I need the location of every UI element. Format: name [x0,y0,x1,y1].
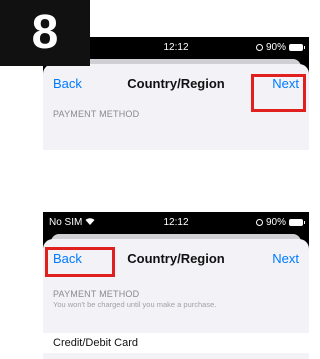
payment-option-label: Credit/Debit Card [53,337,138,349]
orientation-lock-icon [255,219,263,226]
battery-icon [289,44,305,51]
status-right: 90% [255,217,305,228]
section-header-payment: PAYMENT METHOD [53,289,140,299]
next-button[interactable]: Next [272,251,299,266]
status-right: 90% [255,42,305,53]
next-button-highlight [251,74,306,112]
battery-icon [289,219,305,226]
bottom-phone-screenshot: No SIM 12:12 90% Back Country/Region Nex… [43,212,309,359]
back-button-highlight [45,247,115,277]
payment-option-row[interactable]: Credit/Debit Card [43,333,309,353]
orientation-lock-icon [255,44,263,51]
status-bar: No SIM 12:12 90% [43,212,309,234]
battery-percent: 90% [265,217,286,228]
battery-percent: 90% [265,42,286,53]
step-number-badge: 8 [0,0,90,66]
section-subtext: You won't be charged until you make a pu… [53,300,217,309]
